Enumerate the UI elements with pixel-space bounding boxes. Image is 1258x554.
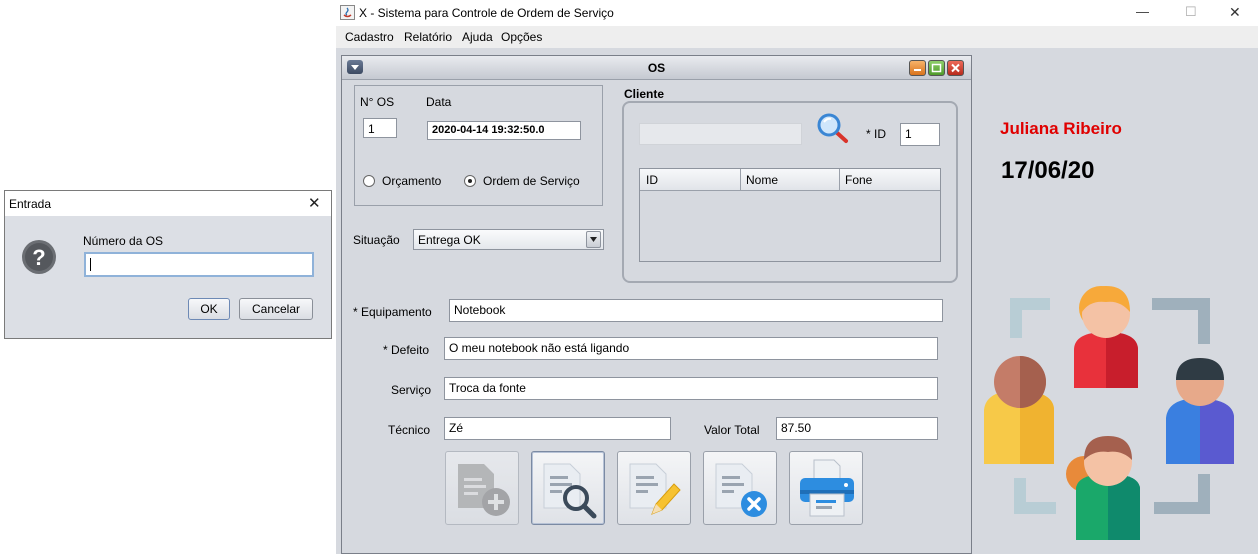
orcamento-radio[interactable] <box>363 175 375 187</box>
os-frame-titlebar[interactable]: OS <box>342 56 971 80</box>
printer-icon <box>800 459 854 517</box>
text-cursor <box>90 258 91 271</box>
window-titlebar: X - Sistema para Controle de Ordem de Se… <box>336 0 1258 26</box>
situacao-label: Situação <box>353 233 400 247</box>
minimize-button[interactable]: — <box>1136 4 1149 19</box>
valor-total-field[interactable]: 87.50 <box>776 417 938 440</box>
os-frame-title: OS <box>647 61 666 75</box>
frame-close-icon[interactable] <box>947 60 964 76</box>
table-divider <box>839 169 840 190</box>
table-divider <box>740 169 741 190</box>
dialog-prompt: Número da OS <box>83 234 164 248</box>
os-internal-frame: OS N° OS 1 Data 2020-04-14 19:32:50.0 Or… <box>341 55 972 554</box>
table-header-fone[interactable]: Fone <box>845 173 872 187</box>
dialog-titlebar[interactable]: Entrada ✕ <box>5 191 331 216</box>
id-label: * ID <box>866 127 887 141</box>
edit-os-button[interactable] <box>617 451 691 525</box>
cliente-table[interactable]: ID Nome Fone <box>639 168 941 262</box>
search-icon[interactable] <box>816 112 852 148</box>
tecnico-label: Técnico <box>388 423 431 437</box>
cliente-title: Cliente <box>624 87 665 101</box>
ordem-servico-radio[interactable] <box>464 175 476 187</box>
question-icon: ? <box>22 240 56 274</box>
maximize-button[interactable]: ☐ <box>1185 4 1197 20</box>
menu-relatorio[interactable]: Relatório <box>404 30 452 44</box>
tecnico-field[interactable]: Zé <box>444 417 671 440</box>
print-os-button[interactable] <box>789 451 863 525</box>
main-window: X - Sistema para Controle de Ordem de Se… <box>336 0 1258 554</box>
team-icon <box>984 286 1234 540</box>
valor-total-label: Valor Total <box>704 423 760 437</box>
svg-text:?: ? <box>32 245 45 270</box>
frame-minimize-icon[interactable] <box>909 60 926 76</box>
equipamento-field[interactable]: Notebook <box>449 299 943 322</box>
user-name: Juliana Ribeiro <box>1000 119 1122 138</box>
window-title: X - Sistema para Controle de Ordem de Se… <box>359 6 614 20</box>
java-icon <box>340 5 355 20</box>
os-number-input[interactable] <box>84 252 314 277</box>
defeito-field[interactable]: O meu notebook não está ligando <box>444 337 938 360</box>
cancel-button[interactable]: Cancelar <box>239 298 313 320</box>
defeito-label: * Defeito <box>383 343 430 357</box>
dialog-close-icon[interactable]: ✕ <box>308 194 321 212</box>
id-field[interactable]: 1 <box>900 123 940 146</box>
edit-document-icon <box>629 463 681 515</box>
menu-ajuda[interactable]: Ajuda <box>462 30 493 44</box>
os-number-field[interactable]: 1 <box>363 118 397 138</box>
search-document-icon <box>543 463 597 519</box>
table-header-id[interactable]: ID <box>646 173 658 187</box>
cliente-search-input[interactable] <box>639 123 802 145</box>
menu-cadastro[interactable]: Cadastro <box>345 30 394 44</box>
delete-document-icon <box>715 463 767 517</box>
equipamento-label: * Equipamento <box>353 305 432 319</box>
situacao-select[interactable]: Entrega OK <box>413 229 604 250</box>
current-date: 17/06/20 <box>1001 157 1095 184</box>
search-os-button[interactable] <box>531 451 605 525</box>
delete-os-button[interactable] <box>703 451 777 525</box>
servico-field[interactable]: Troca da fonte <box>444 377 938 400</box>
menu-bar: Cadastro Relatório Ajuda Opções <box>336 26 1258 48</box>
date-field[interactable]: 2020-04-14 19:32:50.0 <box>427 121 581 140</box>
table-header-nome[interactable]: Nome <box>746 173 778 187</box>
add-os-button[interactable] <box>445 451 519 525</box>
servico-label: Serviço <box>391 383 432 397</box>
menu-opcoes[interactable]: Opções <box>501 30 542 44</box>
table-header: ID Nome Fone <box>640 169 940 191</box>
chevron-down-icon[interactable] <box>586 231 601 248</box>
os-number-label: N° OS <box>360 95 395 109</box>
input-dialog: Entrada ✕ ? Número da OS OK Cancelar <box>4 190 332 339</box>
date-label: Data <box>426 95 452 109</box>
ordem-servico-radio-label[interactable]: Ordem de Serviço <box>483 174 580 188</box>
orcamento-radio-label[interactable]: Orçamento <box>382 174 441 188</box>
close-button[interactable]: ✕ <box>1229 4 1241 21</box>
ok-button[interactable]: OK <box>188 298 230 320</box>
add-document-icon <box>458 464 510 516</box>
frame-maximize-icon[interactable] <box>928 60 945 76</box>
dialog-title: Entrada <box>9 197 52 211</box>
